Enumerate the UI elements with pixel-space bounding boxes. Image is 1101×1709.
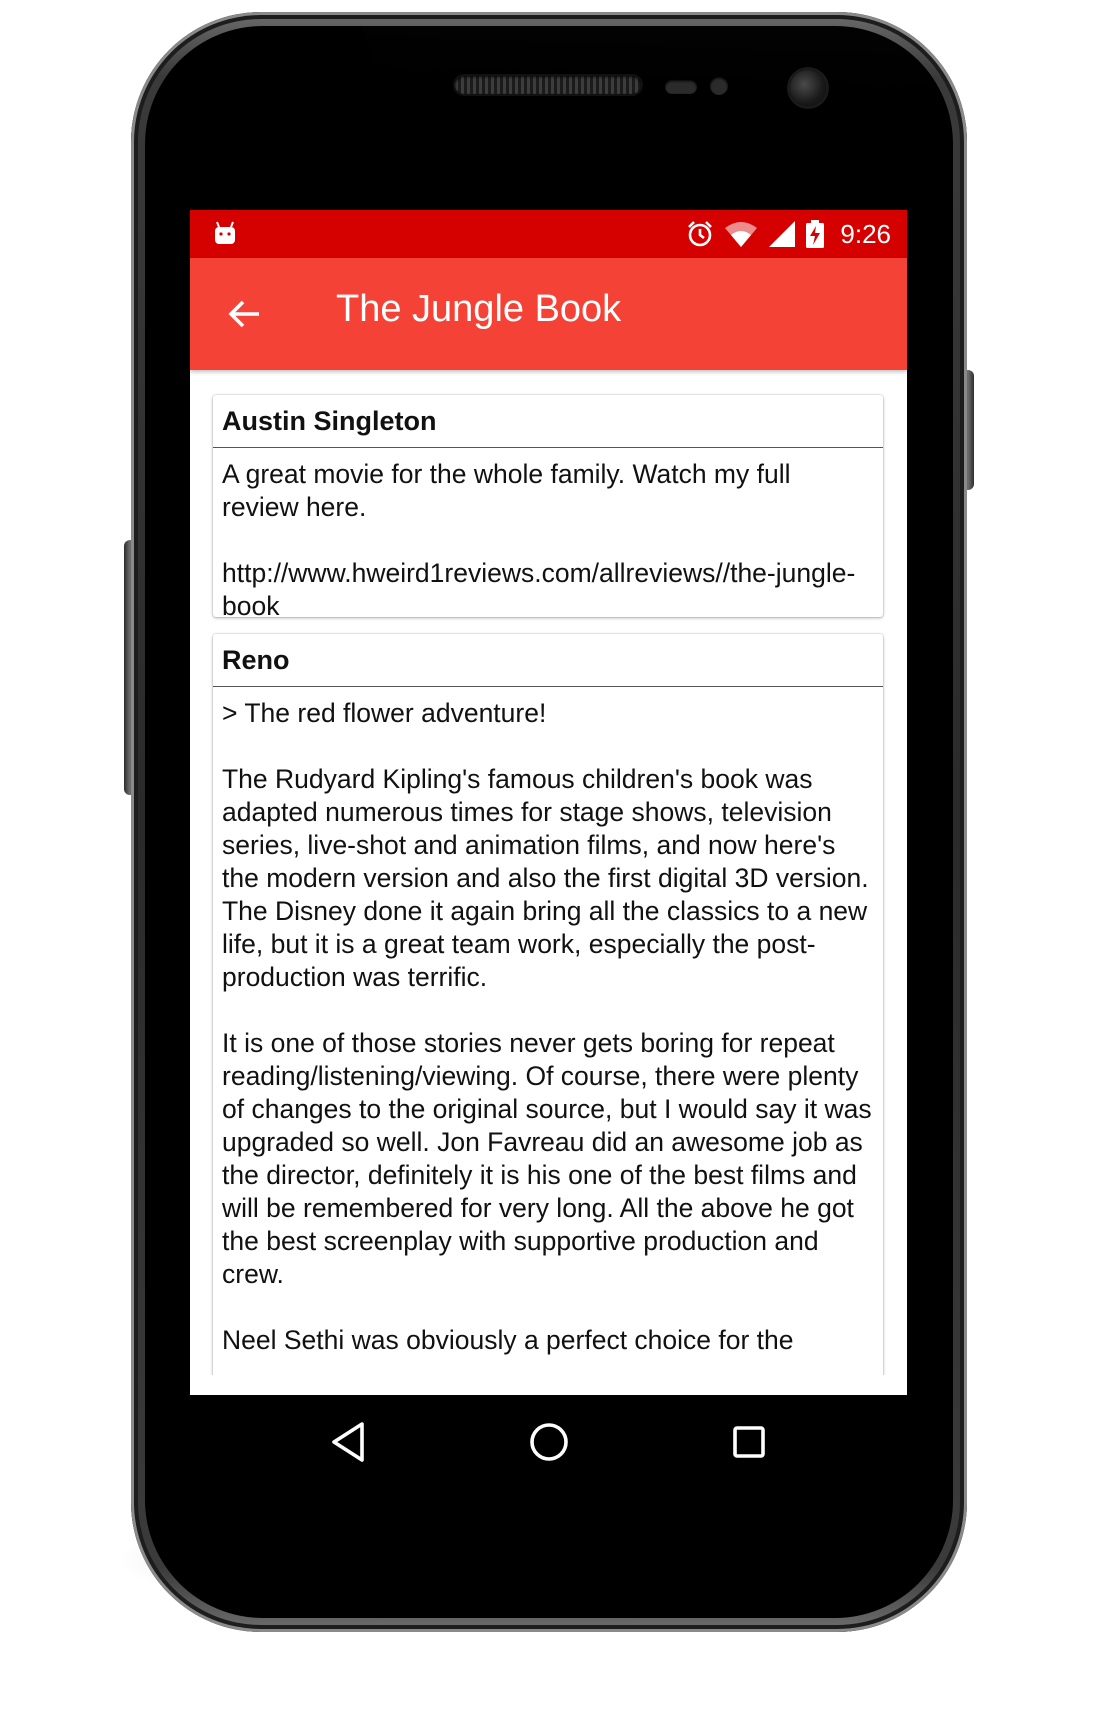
review-body: > The red flower adventure! The Rudyard K… bbox=[213, 687, 883, 1357]
review-paragraph: A great movie for the whole family. Watc… bbox=[222, 459, 798, 522]
navigation-bar bbox=[190, 1395, 907, 1488]
status-bar: 9:26 bbox=[190, 210, 907, 258]
app-bar: The Jungle Book bbox=[190, 258, 907, 370]
status-time: 9:26 bbox=[840, 218, 891, 249]
review-list[interactable]: Austin Singleton A great movie for the w… bbox=[190, 370, 907, 1375]
arrow-back-icon bbox=[228, 300, 259, 328]
page-title: The Jungle Book bbox=[336, 288, 622, 330]
nav-back-button[interactable] bbox=[320, 1414, 376, 1470]
review-paragraph: Neel Sethi was obviously a perfect choic… bbox=[222, 1325, 794, 1355]
review-author: Reno bbox=[213, 634, 883, 687]
alarm-icon bbox=[688, 221, 713, 247]
review-card: Austin Singleton A great movie for the w… bbox=[213, 395, 883, 621]
android-debug-icon bbox=[215, 221, 235, 244]
front-camera bbox=[790, 70, 826, 106]
review-body: A great movie for the whole family. Watc… bbox=[213, 448, 883, 623]
back-triangle-icon bbox=[332, 1421, 364, 1462]
light-sensor bbox=[710, 77, 728, 95]
review-paragraph: > The red flower adventure! bbox=[222, 698, 547, 728]
back-button[interactable] bbox=[220, 290, 268, 338]
earpiece-speaker bbox=[455, 76, 641, 94]
review-paragraph: It is one of those stories never gets bo… bbox=[222, 1028, 879, 1289]
recents-square-icon bbox=[733, 1425, 765, 1458]
nav-home-button[interactable] bbox=[521, 1414, 577, 1470]
device-stage: 9:26 The Jungle Book Austin Singleton A … bbox=[0, 0, 1101, 1709]
review-paragraph: The Rudyard Kipling's famous children's … bbox=[222, 764, 876, 992]
nav-recents-button[interactable] bbox=[721, 1414, 777, 1470]
cell-signal-icon bbox=[769, 221, 796, 247]
review-link[interactable]: http://www.hweird1reviews.com/allreviews… bbox=[222, 557, 874, 623]
status-icons: 9:26 bbox=[686, 210, 891, 258]
battery-charging-icon bbox=[806, 220, 825, 248]
review-card: Reno > The red flower adventure! The Rudy… bbox=[213, 634, 883, 1375]
review-author: Austin Singleton bbox=[213, 395, 883, 448]
home-circle-icon bbox=[529, 1422, 568, 1461]
wifi-icon bbox=[725, 222, 758, 247]
proximity-sensor bbox=[665, 80, 697, 94]
